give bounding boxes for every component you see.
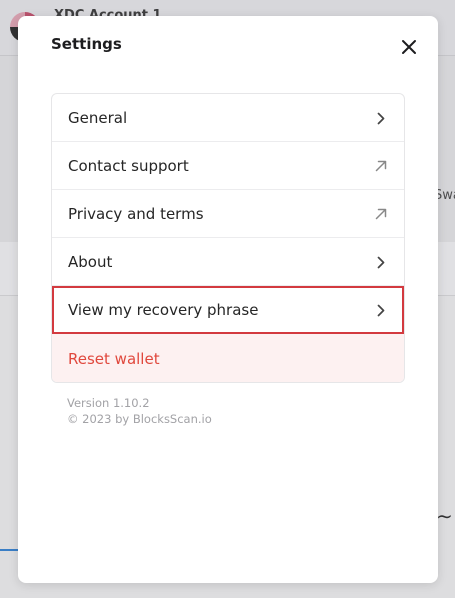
menu-item-contact-support[interactable]: Contact support	[52, 142, 404, 190]
settings-menu: General Contact support Privacy and term…	[51, 93, 405, 383]
close-icon	[402, 40, 416, 54]
version-info: Version 1.10.2 © 2023 by BlocksScan.io	[67, 395, 212, 427]
menu-item-label: Contact support	[68, 156, 189, 175]
chevron-right-icon	[374, 254, 388, 270]
reset-wallet-label: Reset wallet	[68, 349, 160, 368]
chevron-right-icon	[374, 110, 388, 126]
menu-item-label: About	[68, 252, 113, 271]
settings-modal: Settings General Contact support Privacy…	[18, 16, 438, 583]
chevron-right-icon	[374, 302, 388, 318]
reset-wallet-button[interactable]: Reset wallet	[52, 334, 404, 382]
version-text: Version 1.10.2	[67, 396, 150, 410]
menu-item-label: Privacy and terms	[68, 204, 204, 223]
modal-title: Settings	[51, 35, 122, 53]
external-link-icon	[374, 158, 388, 174]
menu-item-view-recovery-phrase[interactable]: View my recovery phrase	[52, 286, 404, 334]
menu-item-about[interactable]: About	[52, 238, 404, 286]
close-button[interactable]	[396, 34, 422, 60]
menu-item-privacy-terms[interactable]: Privacy and terms	[52, 190, 404, 238]
copyright-text: © 2023 by BlocksScan.io	[67, 412, 212, 426]
menu-item-general[interactable]: General	[52, 94, 404, 142]
external-link-icon	[374, 206, 388, 222]
menu-item-label: View my recovery phrase	[68, 300, 259, 319]
menu-item-label: General	[68, 108, 128, 127]
